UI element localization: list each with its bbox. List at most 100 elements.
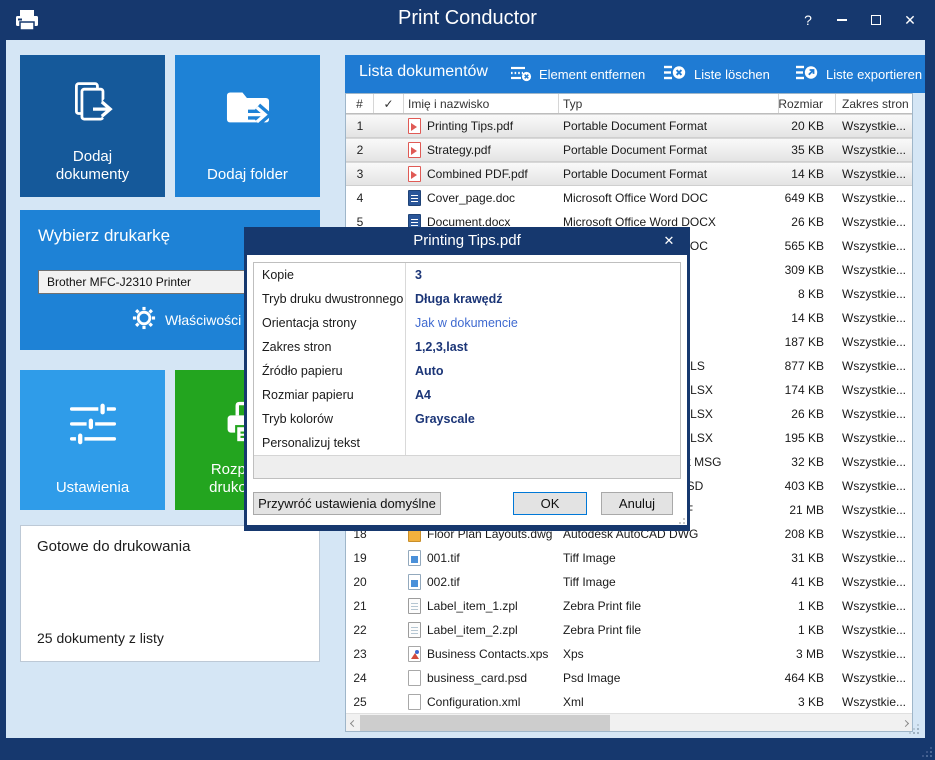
setting-row[interactable]: Tryb druku dwustronnego Długa krawędź (254, 287, 680, 311)
page-range[interactable]: Wszystkie... (836, 115, 913, 137)
page-range[interactable]: Wszystkie... (836, 642, 913, 666)
clear-list-button[interactable]: Liste löschen (663, 55, 770, 93)
page-range[interactable]: Wszystkie... (836, 163, 913, 185)
row-number: 3 (346, 163, 374, 185)
setting-row[interactable]: Rozmiar papieru A4 (254, 383, 680, 407)
file-size: 187 KB (779, 330, 836, 354)
setting-row[interactable]: Personalizuj tekst (254, 431, 680, 455)
page-range[interactable]: Wszystkie... (836, 474, 913, 498)
close-button[interactable]: ✕ (893, 0, 927, 40)
table-row[interactable]: 3 Combined PDF.pdf Portable Document For… (346, 162, 912, 186)
setting-value[interactable]: Jak w dokumencie (406, 316, 518, 330)
cancel-button[interactable]: Anuluj (601, 492, 673, 515)
table-row[interactable]: 25 Configuration.xml Xml 3 KB Wszystkie.… (346, 690, 912, 714)
setting-row[interactable]: Zakres stron 1,2,3,last (254, 335, 680, 359)
setting-row[interactable]: Źródło papieru Auto (254, 359, 680, 383)
scroll-left-arrow[interactable] (346, 714, 360, 732)
dialog-close-button[interactable]: ✕ (658, 227, 680, 255)
scrollbar-thumb[interactable] (360, 715, 610, 731)
window-resize-grip[interactable] (922, 747, 932, 757)
resize-grip[interactable] (909, 724, 919, 734)
setting-value[interactable]: Auto (406, 364, 443, 378)
page-range[interactable]: Wszystkie... (836, 498, 913, 522)
ok-button[interactable]: OK (513, 492, 587, 515)
add-folder-icon (175, 77, 320, 139)
list-export-icon (795, 63, 819, 86)
row-checkbox[interactable] (374, 139, 404, 161)
add-folder-button[interactable]: Dodaj folder (175, 55, 320, 197)
setting-row[interactable]: Kopie 3 (254, 263, 680, 287)
export-list-button[interactable]: Liste exportieren (795, 55, 922, 93)
table-row[interactable]: 19 001.tif Tiff Image 31 KB Wszystkie... (346, 546, 912, 570)
page-range[interactable]: Wszystkie... (836, 186, 913, 210)
table-row[interactable]: 1 Printing Tips.pdf Portable Document Fo… (346, 114, 912, 138)
row-checkbox[interactable] (374, 594, 404, 618)
page-range[interactable]: Wszystkie... (836, 210, 913, 234)
page-range[interactable]: Wszystkie... (836, 402, 913, 426)
horizontal-scrollbar[interactable] (346, 713, 912, 731)
printer-properties-button[interactable]: Właściwości (132, 306, 241, 333)
table-row[interactable]: 23 Business Contacts.xps Xps 3 MB Wszyst… (346, 642, 912, 666)
page-range[interactable]: Wszystkie... (836, 234, 913, 258)
page-range[interactable]: Wszystkie... (836, 139, 913, 161)
row-checkbox[interactable] (374, 546, 404, 570)
setting-row[interactable]: Orientacja strony Jak w dokumencie (254, 311, 680, 335)
add-documents-button[interactable]: Dodaj dokumenty (20, 55, 165, 197)
page-range[interactable]: Wszystkie... (836, 378, 913, 402)
maximize-button[interactable] (859, 0, 893, 40)
remove-item-button[interactable]: Element entfernen (510, 55, 645, 93)
file-size: 565 KB (779, 234, 836, 258)
row-checkbox[interactable] (374, 570, 404, 594)
page-range[interactable]: Wszystkie... (836, 426, 913, 450)
column-header-size[interactable]: Rozmiar (779, 94, 836, 113)
file-icon-zpl (408, 622, 421, 638)
setting-value[interactable]: A4 (406, 388, 431, 402)
row-checkbox[interactable] (374, 115, 404, 137)
setting-value[interactable]: 1,2,3,last (406, 340, 468, 354)
table-row[interactable]: 4 Cover_page.doc Microsoft Office Word D… (346, 186, 912, 210)
setting-value[interactable]: 3 (406, 268, 422, 282)
table-row[interactable]: 22 Label_item_2.zpl Zebra Print file 1 K… (346, 618, 912, 642)
column-header-type[interactable]: Typ (559, 94, 779, 113)
page-range[interactable]: Wszystkie... (836, 522, 913, 546)
row-checkbox[interactable] (374, 666, 404, 690)
page-range[interactable]: Wszystkie... (836, 594, 913, 618)
page-range[interactable]: Wszystkie... (836, 330, 913, 354)
document-list-header: Lista dokumentów Element entfernen (345, 55, 925, 93)
page-range[interactable]: Wszystkie... (836, 282, 913, 306)
table-row[interactable]: 24 business_card.psd Psd Image 464 KB Ws… (346, 666, 912, 690)
page-range[interactable]: Wszystkie... (836, 306, 913, 330)
column-header-name[interactable]: Imię i nazwisko (404, 94, 559, 113)
page-range[interactable]: Wszystkie... (836, 666, 913, 690)
column-header-check[interactable]: ✓ (374, 94, 404, 113)
row-number: 2 (346, 139, 374, 161)
setting-value[interactable]: Długa krawędź (406, 292, 503, 306)
row-checkbox[interactable] (374, 690, 404, 714)
row-checkbox[interactable] (374, 642, 404, 666)
file-type: Microsoft Office Word DOC (559, 186, 779, 210)
page-range[interactable]: Wszystkie... (836, 354, 913, 378)
file-size: 877 KB (779, 354, 836, 378)
minimize-button[interactable] (825, 0, 859, 40)
table-row[interactable]: 21 Label_item_1.zpl Zebra Print file 1 K… (346, 594, 912, 618)
dialog-resize-grip[interactable] (675, 514, 685, 524)
page-range[interactable]: Wszystkie... (836, 258, 913, 282)
page-range[interactable]: Wszystkie... (836, 618, 913, 642)
page-range[interactable]: Wszystkie... (836, 546, 913, 570)
help-button[interactable]: ? (791, 0, 825, 40)
table-row[interactable]: 2 Strategy.pdf Portable Document Format … (346, 138, 912, 162)
row-checkbox[interactable] (374, 163, 404, 185)
page-range[interactable]: Wszystkie... (836, 690, 913, 714)
page-range[interactable]: Wszystkie... (836, 450, 913, 474)
page-range[interactable]: Wszystkie... (836, 570, 913, 594)
restore-defaults-button[interactable]: Przywróć ustawienia domyślne (253, 492, 441, 515)
column-header-num[interactable]: # (346, 94, 374, 113)
row-number: 4 (346, 186, 374, 210)
setting-row[interactable]: Tryb kolorów Grayscale (254, 407, 680, 431)
table-row[interactable]: 20 002.tif Tiff Image 41 KB Wszystkie... (346, 570, 912, 594)
setting-value[interactable]: Grayscale (406, 412, 475, 426)
row-checkbox[interactable] (374, 186, 404, 210)
column-header-range[interactable]: Zakres stron (836, 94, 913, 113)
settings-button[interactable]: Ustawienia (20, 370, 165, 510)
row-checkbox[interactable] (374, 618, 404, 642)
